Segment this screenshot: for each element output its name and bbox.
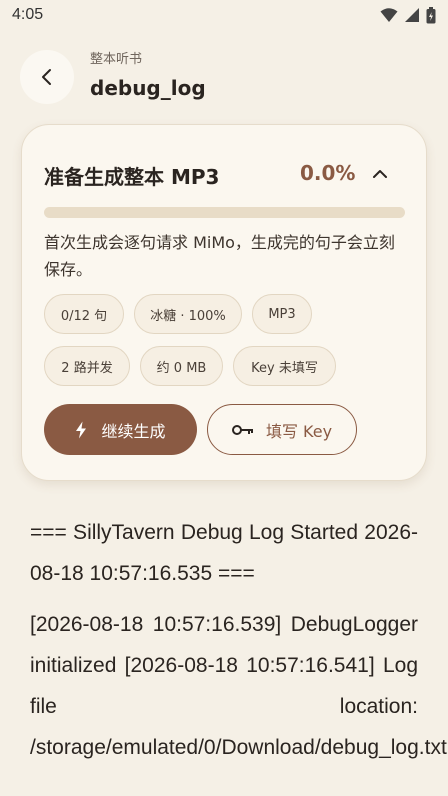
- chip-size: 约 0 MB: [140, 346, 223, 386]
- back-arrow-icon: [42, 69, 51, 85]
- header: 整本听书 debug_log: [20, 48, 428, 108]
- chevron-up-icon: [373, 170, 387, 178]
- status-icons: [380, 6, 436, 24]
- key-icon: [231, 424, 253, 435]
- chip-sentence-count: 0/12 句: [44, 294, 124, 334]
- collapse-button[interactable]: [362, 159, 398, 189]
- lightning-icon: [76, 421, 87, 438]
- log-paragraph: === SillyTavern Debug Log Started 2026-0…: [30, 521, 418, 585]
- continue-generate-button[interactable]: 继续生成: [44, 404, 197, 455]
- generation-card: 准备生成整本 MP3 0.0% 首次生成会逐句请求 MiMo，生成完的句子会立刻…: [21, 124, 427, 481]
- status-bar: 4:05: [0, 0, 448, 30]
- enter-key-label: 填写 Key: [265, 421, 333, 441]
- chip-key-status: Key 未填写: [233, 346, 336, 386]
- card-description: 首次生成会逐句请求 MiMo，生成完的句子会立刻保存。: [44, 233, 395, 279]
- signal-icon: [405, 8, 419, 22]
- continue-generate-label: 继续生成: [101, 421, 166, 441]
- log-paragraph: [2026-08-18 10:57:16.539] DebugLogger in…: [30, 613, 447, 759]
- chip-voice: 冰糖 · 100%: [134, 294, 242, 334]
- progress-bar: [44, 207, 405, 218]
- page-title: debug_log: [90, 76, 206, 100]
- progress-percent: 0.0%: [300, 161, 356, 185]
- enter-key-button[interactable]: 填写 Key: [207, 404, 357, 455]
- log-content: === SillyTavern Debug Log Started 2026-0…: [30, 512, 447, 778]
- chip-concurrency: 2 路并发: [44, 346, 130, 386]
- chip-format: MP3: [252, 294, 312, 334]
- status-time: 4:05: [12, 6, 44, 23]
- back-button[interactable]: [20, 50, 74, 104]
- card-title: 准备生成整本 MP3: [44, 165, 220, 189]
- wifi-icon: [380, 8, 398, 22]
- battery-icon: [426, 6, 436, 23]
- header-subtitle: 整本听书: [90, 52, 143, 67]
